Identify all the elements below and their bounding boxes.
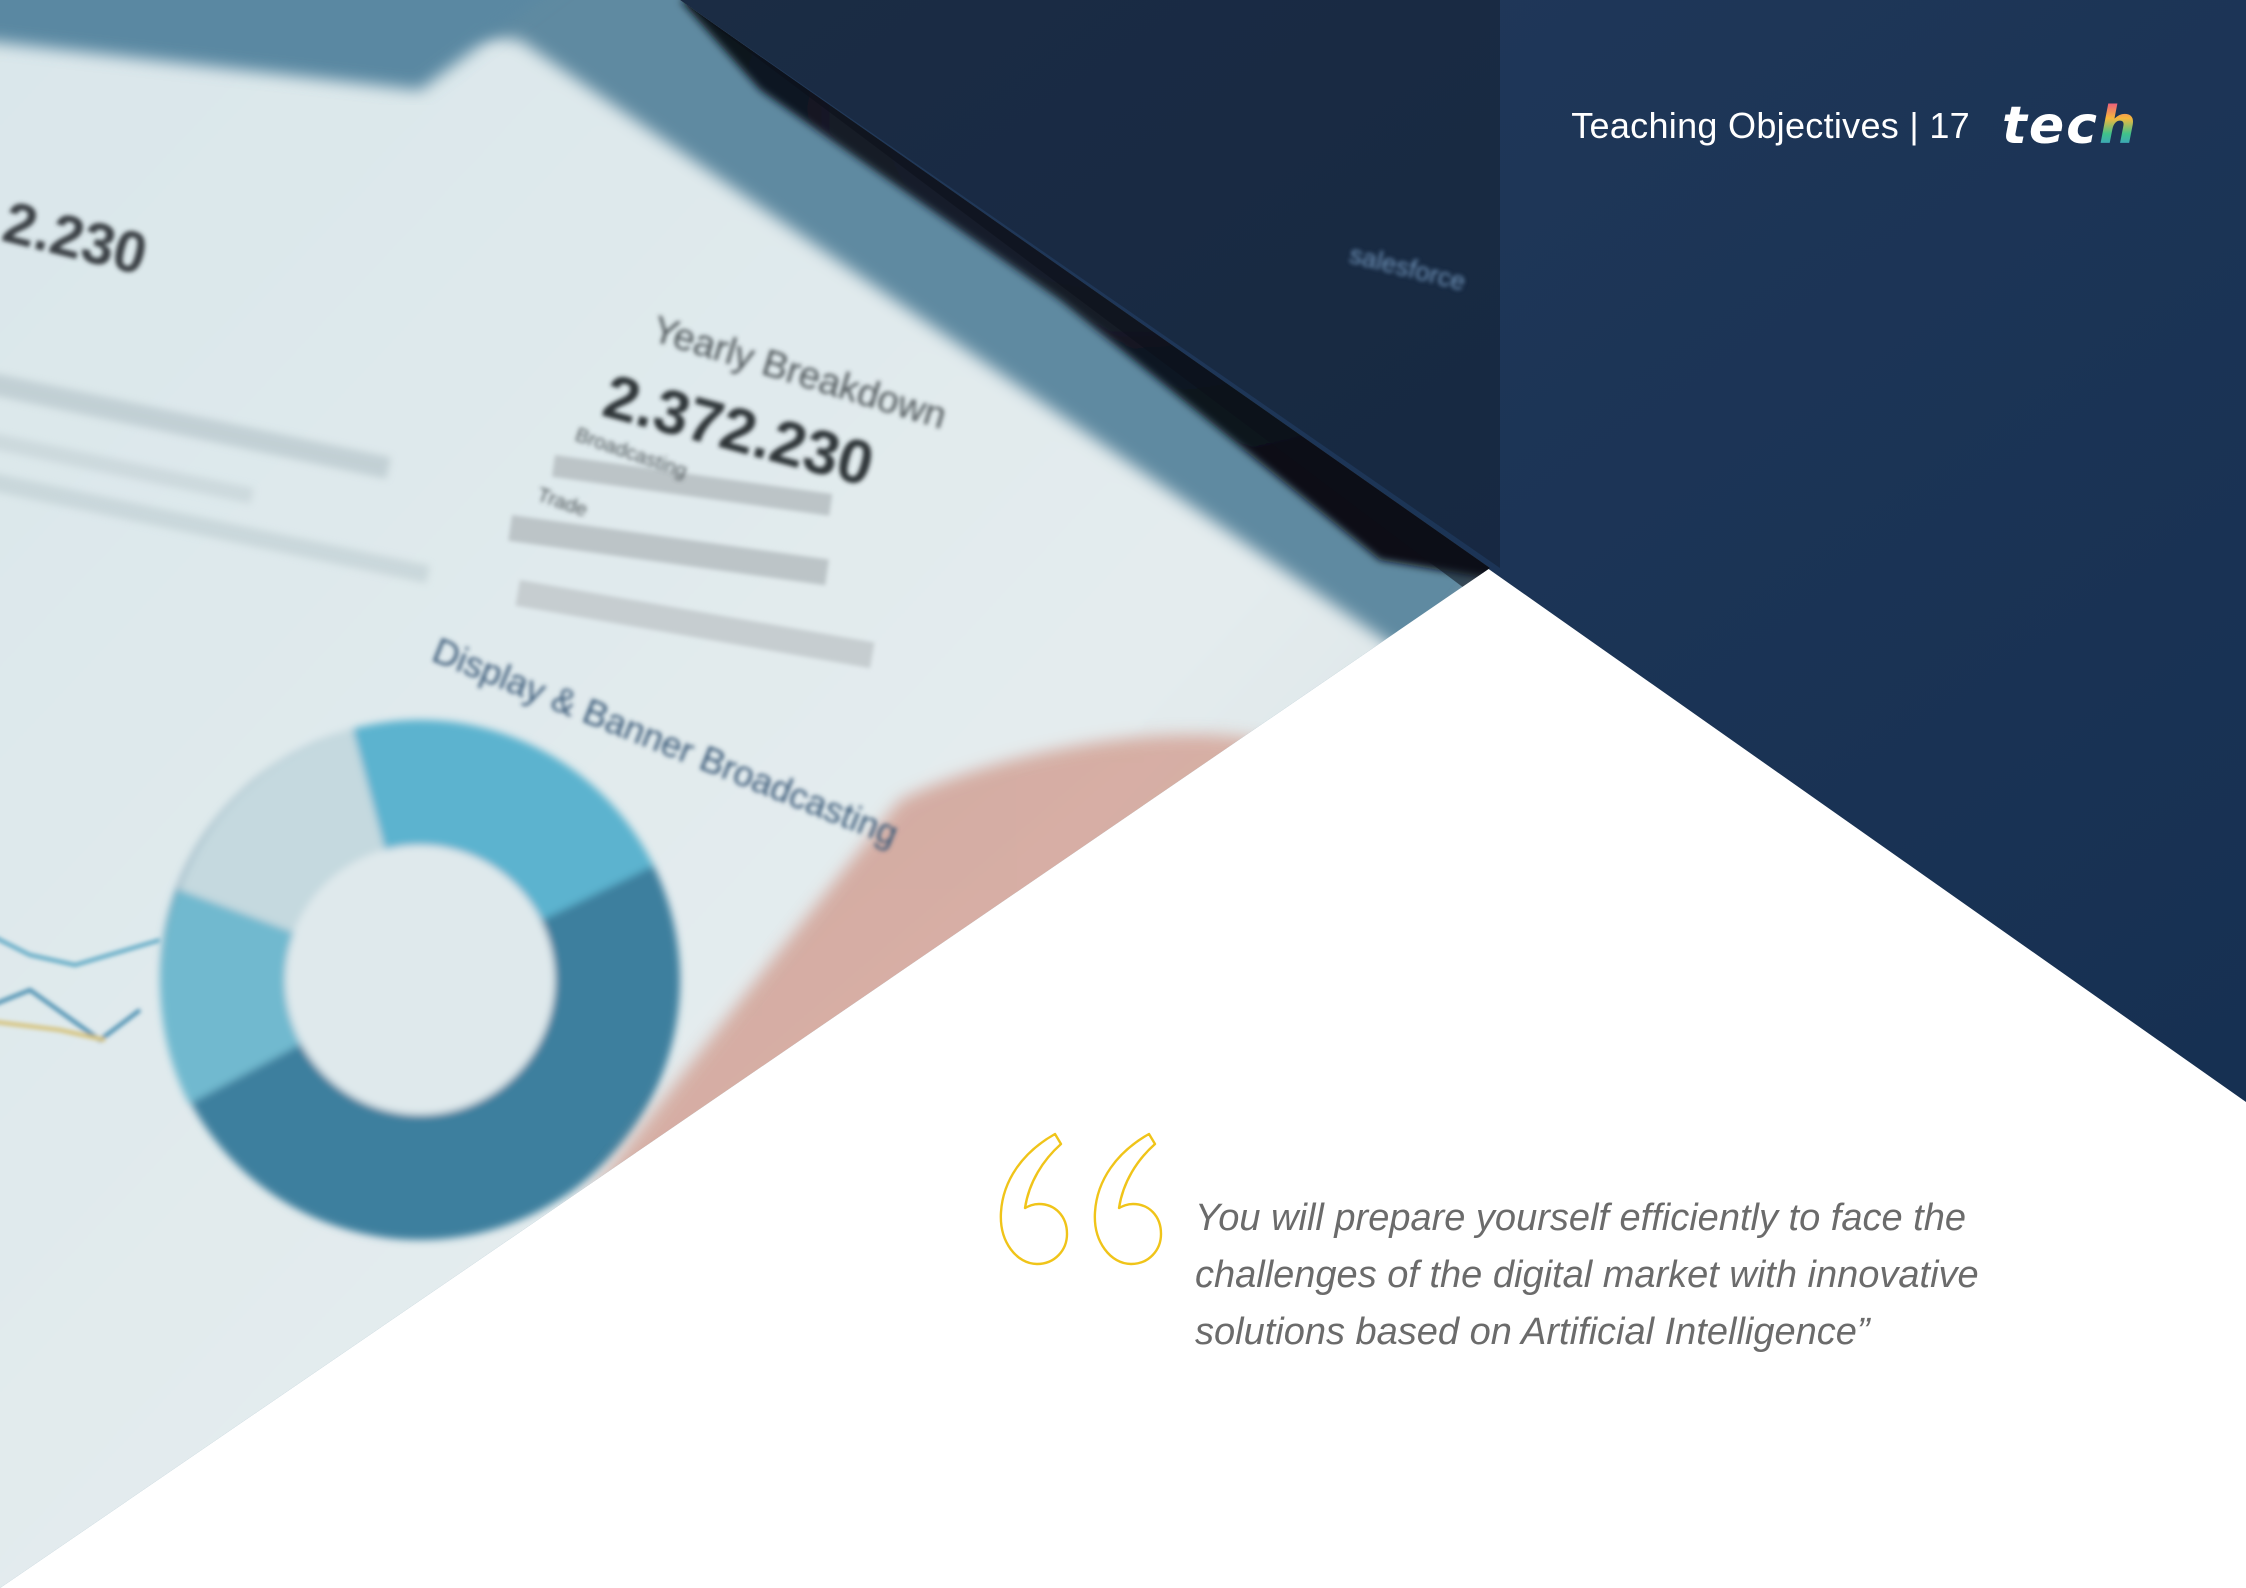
logo-text: tec — [2002, 96, 2099, 156]
page: Yearly Breakdown 2.372.230 Broadcasting … — [0, 0, 2246, 1588]
open-quote-icon — [999, 1132, 1163, 1266]
logo-accent-letter: h — [2098, 96, 2138, 156]
quote-text: You will prepare yourself efficiently to… — [1195, 1197, 1979, 1353]
tech-logo: tec h — [2002, 100, 2138, 152]
page-header: Teaching Objectives | 17 tec h — [1571, 96, 2138, 156]
section-title: Teaching Objectives | 17 — [1571, 105, 1971, 146]
